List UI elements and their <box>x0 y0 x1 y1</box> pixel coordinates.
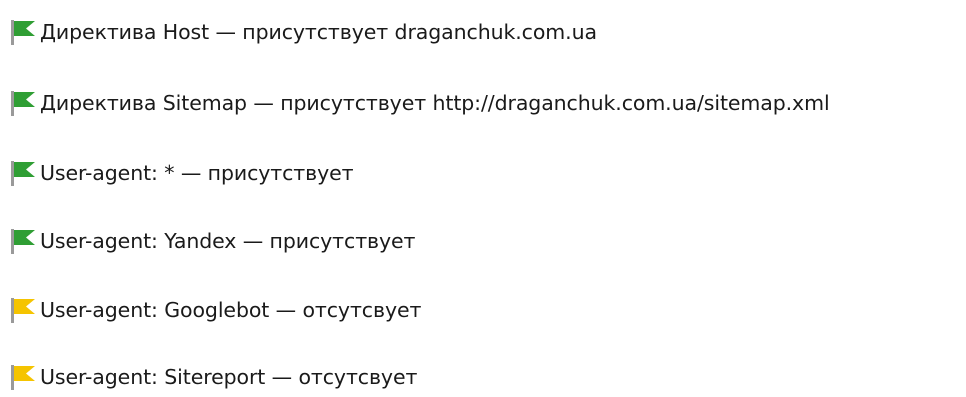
green-flag-icon <box>9 159 37 187</box>
check-item-user-agent-yandex: User-agent: Yandex — присутствует <box>0 221 416 261</box>
check-item-user-agent-googlebot: User-agent: Googlebot — отсутсвует <box>0 290 421 330</box>
check-item-user-agent-sitereport: User-agent: Sitereport — отсутсвует <box>0 357 417 397</box>
green-flag-icon <box>9 227 37 255</box>
green-flag-icon <box>9 18 37 46</box>
check-item-text: User-agent: * — присутствует <box>40 161 354 185</box>
check-item-text: User-agent: Sitereport — отсутсвует <box>40 365 418 389</box>
green-flag-icon <box>9 89 37 117</box>
check-item-user-agent-all: User-agent: * — присутствует <box>0 153 354 193</box>
check-item-text: Директива Host — присутствует draganchuk… <box>40 20 597 44</box>
check-item-host: Директива Host — присутствует draganchuk… <box>0 12 597 52</box>
yellow-flag-icon <box>9 296 37 324</box>
check-item-sitemap: Директива Sitemap — присутствует http://… <box>0 83 830 123</box>
check-item-text: User-agent: Googlebot — отсутсвует <box>40 298 422 322</box>
check-item-text: Директива Sitemap — присутствует http://… <box>40 91 830 115</box>
check-item-text: User-agent: Yandex — присутствует <box>40 229 416 253</box>
